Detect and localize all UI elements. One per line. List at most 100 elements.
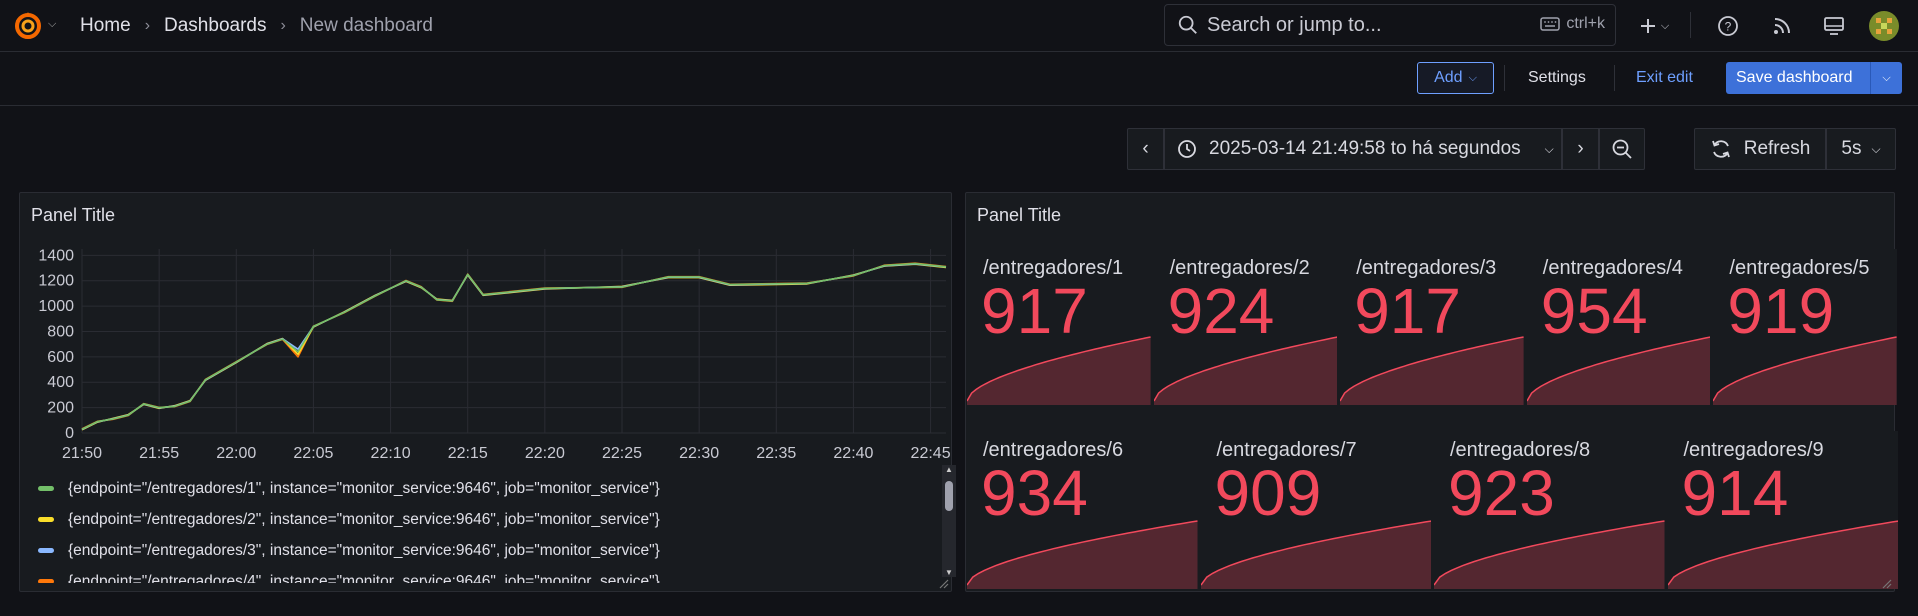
- timeseries-panel[interactable]: Panel Title 0 200 400 600 800 1000 1200 1400 21:…: [19, 192, 956, 592]
- stat-tile[interactable]: /entregadores/2 924: [1153, 249, 1338, 405]
- y-tick-label: 200: [47, 400, 74, 417]
- chevron-down-icon: ⌵: [1468, 71, 1477, 84]
- stat-tile[interactable]: /entregadores/7 909: [1200, 431, 1431, 589]
- stat-value: 914: [1681, 457, 1789, 529]
- y-tick-label: 1000: [38, 298, 74, 315]
- timeseries-chart[interactable]: 0 200 400 600 800 1000 1200 1400 21:50 21:55 22:00…: [20, 193, 951, 473]
- stat-sparkline: [967, 336, 1151, 405]
- time-back-button[interactable]: ‹: [1127, 128, 1164, 170]
- stat-value: 934: [981, 457, 1088, 529]
- x-tick-label: 22:35: [756, 445, 796, 462]
- stat-tile[interactable]: /entregadores/8 923: [1434, 431, 1665, 589]
- scroll-down-icon[interactable]: ▼: [945, 568, 953, 577]
- x-tick-label: 21:55: [139, 445, 179, 462]
- divider: [1614, 65, 1615, 91]
- chevron-down-icon: ⌵: [1544, 141, 1554, 156]
- add-button[interactable]: Add ⌵: [1417, 62, 1494, 94]
- stat-tile[interactable]: /entregadores/5 919: [1713, 249, 1897, 405]
- search-placeholder: Search or jump to...: [1207, 13, 1382, 36]
- top-navbar: ⌵ Home › Dashboards › New dashboard Sear…: [0, 0, 1918, 52]
- legend-swatch: [38, 579, 54, 583]
- stat-value: 909: [1214, 457, 1322, 529]
- kiosk-area: [1818, 0, 1850, 52]
- kiosk-button[interactable]: [1818, 10, 1850, 42]
- x-tick-label: 22:20: [525, 445, 565, 462]
- new-menu-button[interactable]: ⌵: [1632, 10, 1676, 42]
- scroll-up-icon[interactable]: ▲: [945, 465, 953, 474]
- series-line: [81, 263, 947, 431]
- help-button[interactable]: ?: [1712, 10, 1744, 42]
- y-tick-label: 600: [47, 349, 74, 366]
- breadcrumb: Home › Dashboards › New dashboard: [80, 0, 433, 52]
- monitor-icon: [1824, 17, 1844, 35]
- stat-tile[interactable]: /entregadores/6 934: [967, 431, 1198, 589]
- stat-tile[interactable]: /entregadores/1 917: [967, 249, 1151, 405]
- chevron-right-icon: ›: [280, 17, 286, 34]
- legend-item[interactable]: {endpoint="/entregadores/2", instance="m…: [38, 504, 938, 535]
- time-picker: ‹ 2025-03-14 21:49:58 to há segundos ⌵ ›: [1127, 128, 1645, 170]
- series-line: [81, 262, 947, 430]
- time-range-button[interactable]: 2025-03-14 21:49:58 to há segundos ⌵: [1164, 128, 1562, 170]
- refresh-label: Refresh: [1743, 138, 1811, 159]
- resize-handle-icon[interactable]: [1880, 577, 1892, 589]
- add-button-label: Add: [1434, 69, 1463, 86]
- legend-label: {endpoint="/entregadores/4", instance="m…: [68, 572, 660, 584]
- stat-value: 923: [1448, 457, 1555, 529]
- avatar[interactable]: [1868, 10, 1900, 42]
- x-tick-label: 21:50: [62, 445, 102, 462]
- y-tick-label: 1400: [38, 247, 74, 264]
- breadcrumb-home[interactable]: Home: [80, 15, 131, 37]
- stat-sparkline: [967, 520, 1198, 589]
- stat-sparkline: [1713, 336, 1897, 405]
- stat-tile[interactable]: /entregadores/9 914: [1667, 431, 1898, 589]
- legend-swatch: [38, 548, 54, 553]
- news-area: [1766, 0, 1798, 52]
- sparkline-area: [967, 521, 1198, 589]
- sparkline-area: [1434, 521, 1665, 589]
- save-dashboard-label: Save dashboard: [1736, 69, 1853, 86]
- sparkline-area: [1200, 521, 1431, 589]
- time-forward-button[interactable]: ›: [1562, 128, 1599, 170]
- x-tick-label: 22:45: [911, 445, 951, 462]
- legend-item[interactable]: {endpoint="/entregadores/1", instance="m…: [38, 473, 938, 504]
- stat-panel[interactable]: Panel Title /entregadores/1 917/entregado…: [965, 192, 1898, 592]
- sparkline-area: [1667, 521, 1898, 589]
- breadcrumb-dashboards[interactable]: Dashboards: [164, 15, 266, 37]
- breadcrumb-current: New dashboard: [299, 15, 433, 36]
- legend-label: {endpoint="/entregadores/2", instance="m…: [68, 510, 660, 528]
- legend-swatch: [38, 517, 54, 522]
- help-icon: ?: [1718, 16, 1738, 36]
- time-range-label: 2025-03-14 21:49:58 to há segundos: [1209, 138, 1521, 159]
- stat-tile[interactable]: /entregadores/4 954: [1526, 249, 1711, 405]
- chevron-down-icon[interactable]: ⌵: [48, 18, 56, 31]
- plus-icon: [1640, 19, 1655, 33]
- legend-item[interactable]: {endpoint="/entregadores/4", instance="m…: [38, 566, 938, 583]
- x-tick-label: 22:00: [216, 445, 256, 462]
- chart-legend: {endpoint="/entregadores/1", instance="m…: [38, 473, 938, 583]
- resize-handle-icon[interactable]: [937, 577, 949, 589]
- x-tick-label: 22:15: [448, 445, 488, 462]
- profile-area: [1868, 0, 1900, 52]
- grafana-logo-icon[interactable]: [12, 10, 44, 42]
- series-line: [81, 262, 947, 430]
- zoom-out-button[interactable]: [1599, 128, 1645, 170]
- news-button[interactable]: [1766, 10, 1798, 42]
- divider: [1690, 12, 1691, 38]
- scroll-thumb[interactable]: [945, 481, 953, 511]
- chevron-down-icon[interactable]: ⌵: [1870, 62, 1902, 94]
- legend-item[interactable]: {endpoint="/entregadores/3", instance="m…: [38, 535, 938, 566]
- stat-tile[interactable]: /entregadores/3 917: [1340, 249, 1524, 405]
- settings-button[interactable]: Settings: [1512, 62, 1602, 94]
- x-tick-label: 22:05: [293, 445, 333, 462]
- zoom-out-icon: [1612, 139, 1632, 159]
- search-input[interactable]: Search or jump to... ctrl+k: [1164, 4, 1616, 46]
- stat-sparkline: [1434, 520, 1665, 589]
- svg-text:?: ?: [1725, 20, 1732, 34]
- save-dashboard-button[interactable]: Save dashboard ⌵: [1726, 62, 1902, 94]
- legend-scrollbar[interactable]: ▲ ▼: [942, 465, 956, 577]
- exit-edit-button[interactable]: Exit edit: [1622, 62, 1707, 94]
- refresh-button[interactable]: Refresh: [1694, 128, 1826, 170]
- sparkline-area: [1526, 337, 1711, 405]
- refresh-interval-select[interactable]: 5s ⌵: [1826, 128, 1896, 170]
- search-icon: [1178, 15, 1197, 34]
